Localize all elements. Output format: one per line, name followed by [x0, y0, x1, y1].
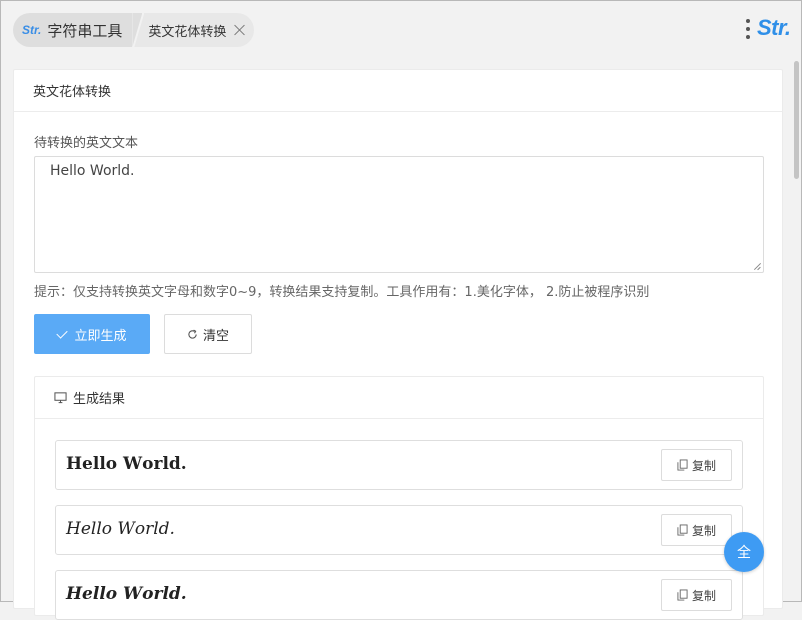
- breadcrumb-current-label: 英文花体转换: [148, 24, 227, 40]
- generate-button-label: 立即生成: [74, 328, 127, 344]
- more-menu-icon[interactable]: [745, 19, 751, 41]
- refresh-icon: [188, 329, 197, 339]
- breadcrumb-home[interactable]: Str. 字符串工具: [13, 13, 133, 47]
- result-panel: 生成结果 𝐇𝐞𝐥𝐥𝐨 𝐖𝐨𝐫𝐥𝐝. 复制 𝐻𝑒𝑙𝑙𝑜 𝑊𝑜𝑟𝑙𝑑. 复制 𝑯𝒆𝒍…: [34, 376, 764, 620]
- card-title: 英文花体转换: [14, 70, 782, 112]
- clear-button-label: 清空: [202, 328, 229, 344]
- monitor-icon: [54, 392, 67, 404]
- text-input[interactable]: Hello World.: [34, 156, 764, 273]
- copy-button[interactable]: 复制: [661, 449, 732, 481]
- copy-button[interactable]: 复制: [661, 579, 732, 611]
- clear-button[interactable]: 清空: [164, 314, 252, 354]
- copy-icon: [677, 459, 688, 471]
- breadcrumb-home-label: 字符串工具: [47, 21, 123, 40]
- result-text: 𝐻𝑒𝑙𝑙𝑜 𝑊𝑜𝑟𝑙𝑑.: [66, 519, 175, 539]
- hint-text: 提示：仅支持转换英文字母和数字0~9，转换结果支持复制。工具作用有：1.美化字体…: [34, 285, 650, 300]
- check-icon: [56, 326, 69, 339]
- copy-button[interactable]: 复制: [661, 514, 732, 546]
- copy-button-label: 复制: [691, 458, 716, 473]
- converter-card: 英文花体转换 待转换的英文文本 Hello World. 提示：仅支持转换英文字…: [13, 69, 783, 620]
- copy-icon: [677, 589, 688, 601]
- scrollbar-thumb[interactable]: [794, 61, 799, 179]
- input-label: 待转换的英文文本: [34, 136, 139, 151]
- text-input-value: Hello World.: [50, 163, 135, 179]
- result-row: 𝐇𝐞𝐥𝐥𝐨 𝐖𝐨𝐫𝐥𝐝. 复制: [55, 440, 743, 490]
- close-icon[interactable]: [234, 24, 246, 36]
- brand-logo[interactable]: Str.: [757, 15, 791, 41]
- result-text: 𝐇𝐞𝐥𝐥𝐨 𝐖𝐨𝐫𝐥𝐝.: [66, 454, 187, 474]
- copy-button-label: 复制: [691, 588, 716, 603]
- result-row: 𝐻𝑒𝑙𝑙𝑜 𝑊𝑜𝑟𝑙𝑑. 复制: [55, 505, 743, 555]
- vertical-scrollbar[interactable]: [791, 59, 801, 601]
- top-bar: Str. 字符串工具 英文花体转换 Str.: [1, 1, 801, 59]
- resize-handle-icon[interactable]: [753, 262, 761, 270]
- fullscreen-fab-button[interactable]: 全: [724, 532, 764, 572]
- copy-button-label: 复制: [691, 523, 716, 538]
- str-logo-icon: Str.: [22, 23, 42, 37]
- breadcrumb-current[interactable]: 英文花体转换: [144, 13, 255, 47]
- result-title: 生成结果: [73, 392, 126, 407]
- result-text: 𝑯𝒆𝒍𝒍𝒐 𝑾𝒐𝒓𝒍𝒅.: [66, 584, 187, 604]
- result-row: 𝑯𝒆𝒍𝒍𝒐 𝑾𝒐𝒓𝒍𝒅. 复制: [55, 570, 743, 620]
- result-header: 生成结果: [35, 377, 763, 419]
- breadcrumb: Str. 字符串工具 英文花体转换: [13, 13, 255, 47]
- copy-icon: [677, 524, 688, 536]
- generate-button[interactable]: 立即生成: [34, 314, 150, 354]
